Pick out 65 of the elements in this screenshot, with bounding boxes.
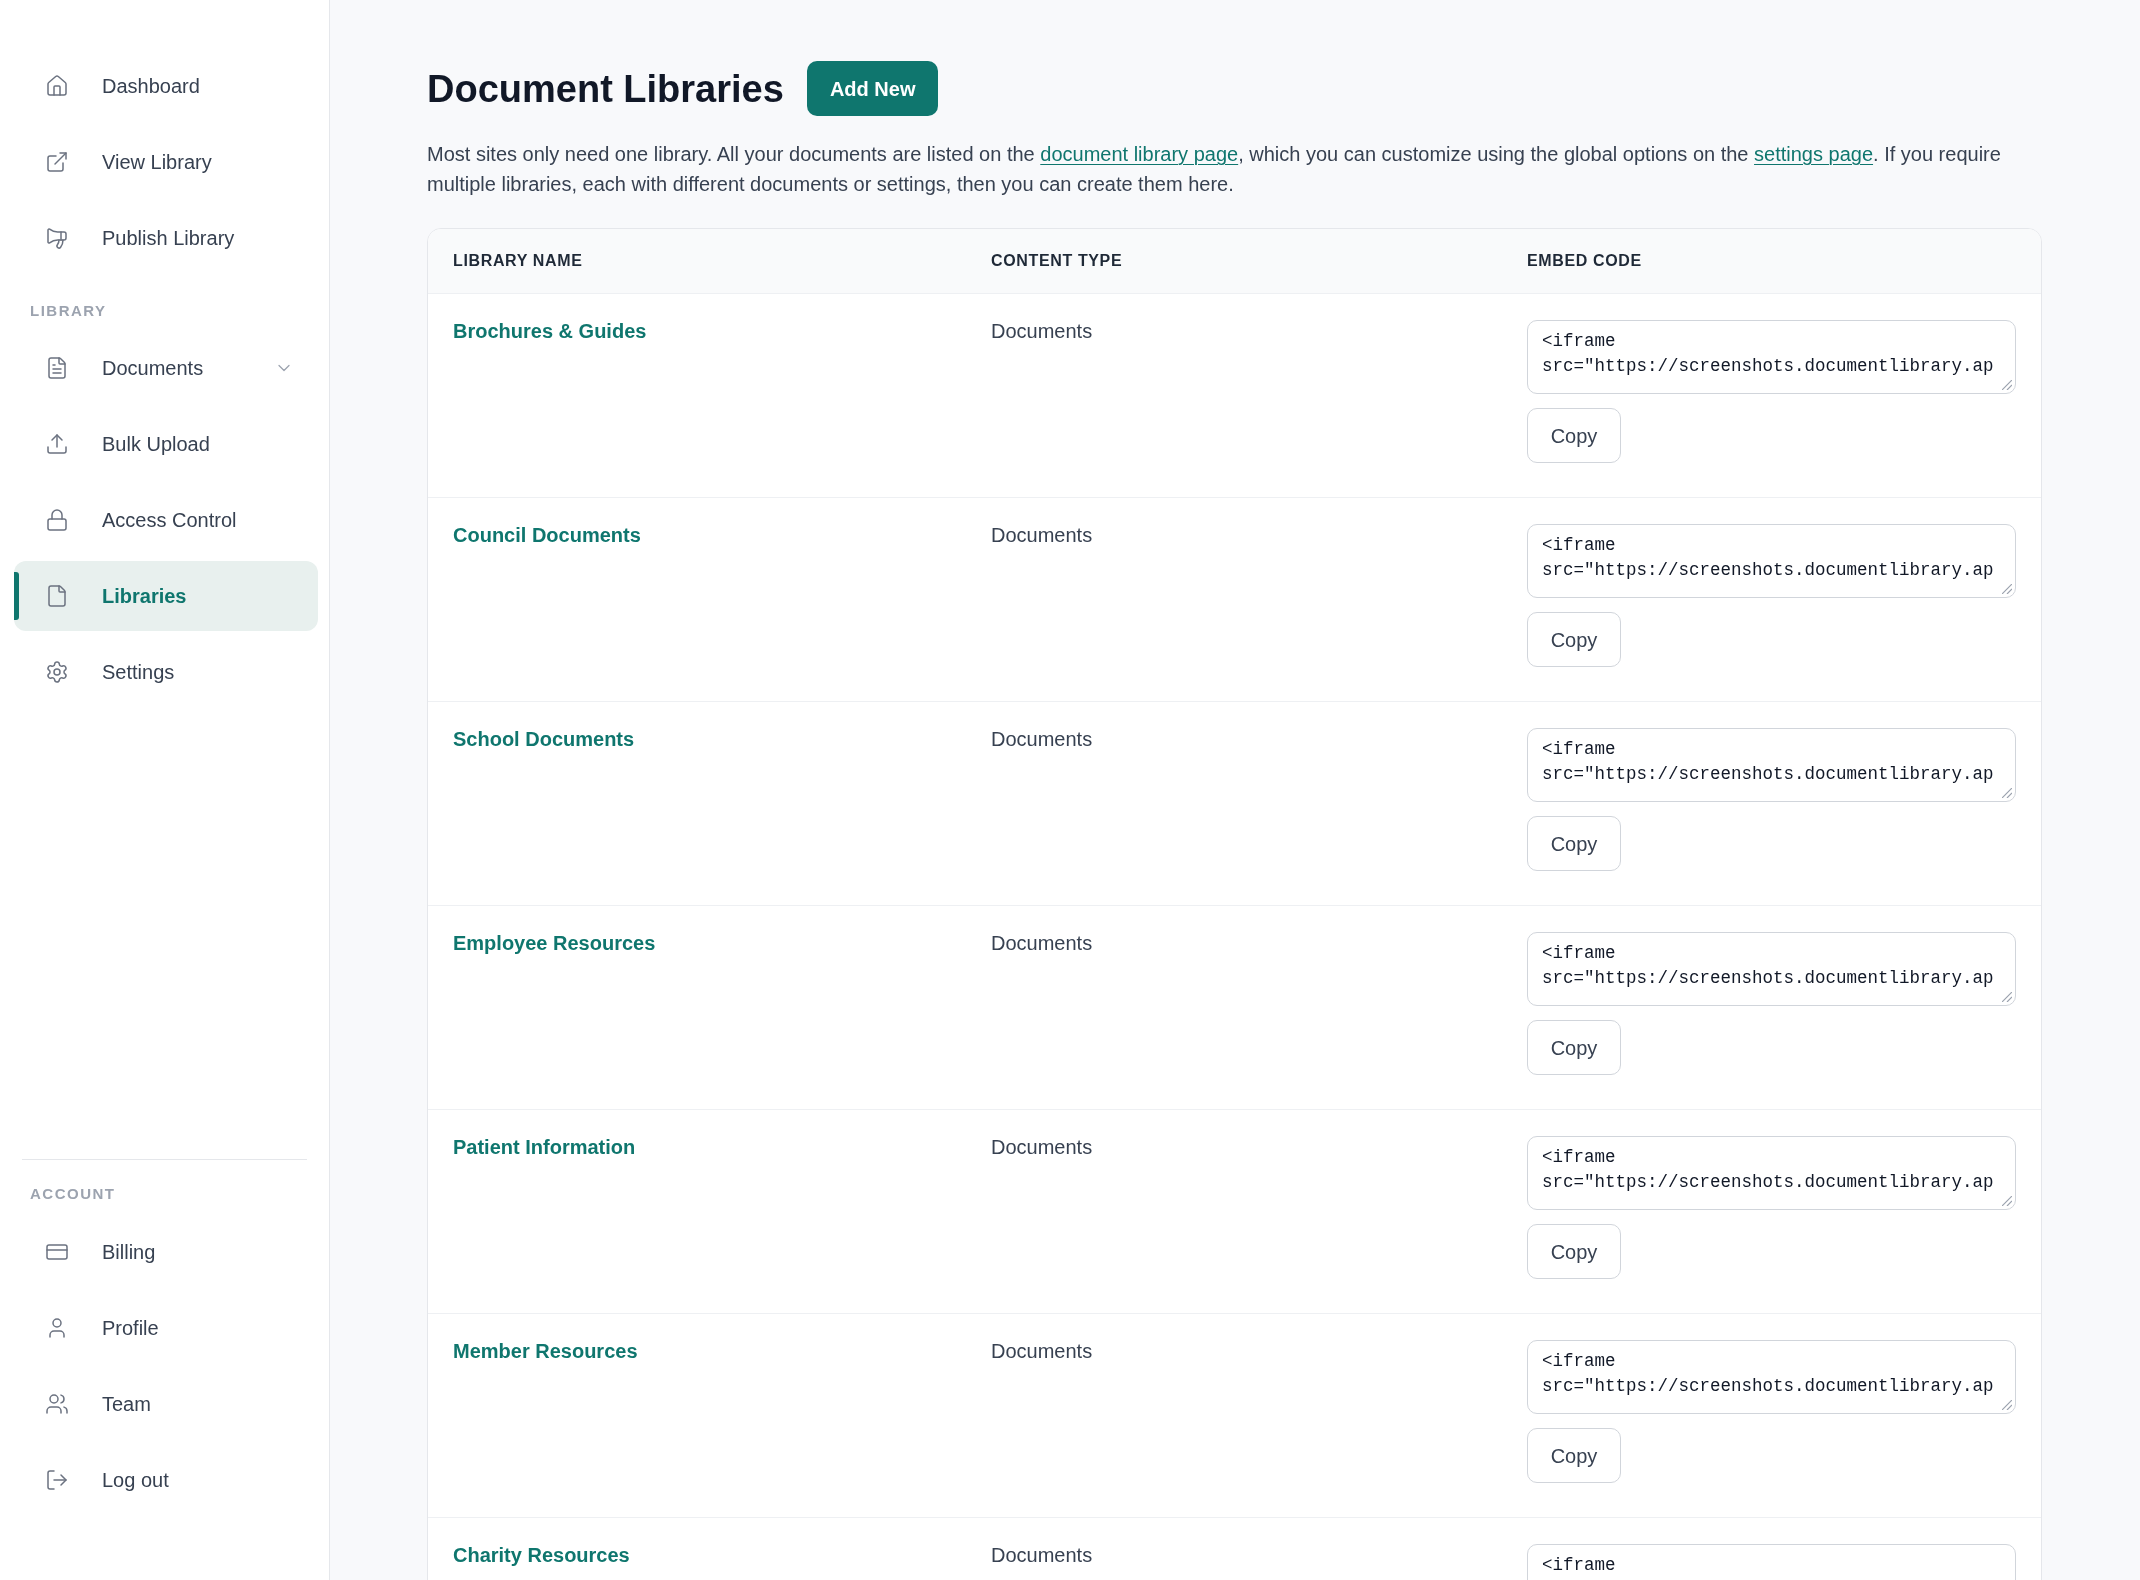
users-icon [45,1392,69,1416]
section-label: ACCOUNT [29,1184,117,1204]
add-new-button[interactable]: Add New [806,61,939,116]
house-icon [45,74,69,98]
library-name-link[interactable]: Member Resources [453,1340,638,1362]
megaphone-icon [45,226,69,250]
copy-button[interactable]: Copy [1527,408,1621,463]
sidebar-item[interactable]: Log out [14,1445,318,1515]
upload-icon [45,432,69,456]
sidebar-item[interactable]: Access Control [14,485,318,555]
copy-button[interactable]: Copy [1527,1020,1621,1075]
embed-code-field[interactable]: <iframe [1527,1544,2016,1580]
library-name-link[interactable]: Council Documents [453,524,641,546]
column-header: EMBED CODE [1527,252,1642,269]
logout-icon [45,1468,69,1492]
sidebar-item[interactable]: Settings [14,637,318,707]
library-name-link[interactable]: Employee Resources [453,932,656,954]
sidebar-item[interactable]: Bulk Upload [14,409,318,479]
document-icon [45,356,69,380]
sidebar-item[interactable]: Libraries [14,561,318,631]
content-type-text: Documents [991,728,1093,750]
library-name-link[interactable]: Brochures & Guides [453,320,647,342]
sidebar-item[interactable]: Billing [14,1217,318,1287]
library-name-link[interactable]: School Documents [453,728,635,750]
embed-code-field[interactable]: <iframe src="https://screenshots.documentlibrary.ap [1527,320,2016,394]
copy-button[interactable]: Copy [1527,1224,1621,1279]
sidebar-item[interactable]: Team [14,1369,318,1439]
library-name-link[interactable]: Patient Information [453,1136,636,1158]
sidebar-item[interactable]: Publish Library [14,203,318,273]
column-header: CONTENT TYPE [991,252,1123,269]
intro-paragraph: Most sites only need one library. All your documents are listed on the document library page, which you can customize using the global options on the settings page. If you require multiple libraries, each with different documents or settings, then you can create them here. [427,142,2002,197]
column-header: LIBRARY NAME [453,252,583,269]
lock-icon [45,508,69,532]
embed-code-field[interactable]: <iframe src="https://screenshots.documentlibrary.ap [1527,1340,2016,1414]
resize-handle-icon[interactable] [2002,584,2012,594]
inline-link[interactable]: document library page [1040,143,1239,165]
sidebar-item[interactable]: Profile [14,1293,318,1363]
content-type-text: Documents [991,1340,1093,1362]
embed-code-field[interactable]: <iframe src="https://screenshots.documentlibrary.ap [1527,524,2016,598]
resize-handle-icon[interactable] [2002,788,2012,798]
inline-link[interactable]: settings page [1754,143,1874,165]
resize-handle-icon[interactable] [2002,992,2012,1002]
resize-handle-icon[interactable] [2002,1196,2012,1206]
external-link-icon [45,150,69,174]
settings-icon [45,660,69,684]
copy-button[interactable]: Copy [1527,816,1621,871]
content-type-text: Documents [991,524,1093,546]
resize-handle-icon[interactable] [2002,1400,2012,1410]
library-name-link[interactable]: Charity Resources [453,1544,630,1566]
content-type-text: Documents [991,932,1093,954]
section-label: LIBRARY [29,301,108,321]
page-title: Document Libraries [427,66,784,111]
content-type-text: Documents [991,1136,1093,1158]
embed-code-field[interactable]: <iframe src="https://screenshots.documentlibrary.ap [1527,932,2016,1006]
sidebar-item[interactable]: Documents [14,333,318,403]
sidebar-item[interactable]: View Library [14,127,318,197]
content-type-text: Documents [991,1544,1093,1566]
file-icon [45,584,69,608]
embed-code-field[interactable]: <iframe src="https://screenshots.documentlibrary.ap [1527,1136,2016,1210]
resize-handle-icon[interactable] [2002,380,2012,390]
embed-code-field[interactable]: <iframe src="https://screenshots.documentlibrary.ap [1527,728,2016,802]
content-type-text: Documents [991,320,1093,342]
copy-button[interactable]: Copy [1527,612,1621,667]
copy-button[interactable]: Copy [1527,1428,1621,1483]
sidebar-item[interactable]: Dashboard [14,51,318,121]
